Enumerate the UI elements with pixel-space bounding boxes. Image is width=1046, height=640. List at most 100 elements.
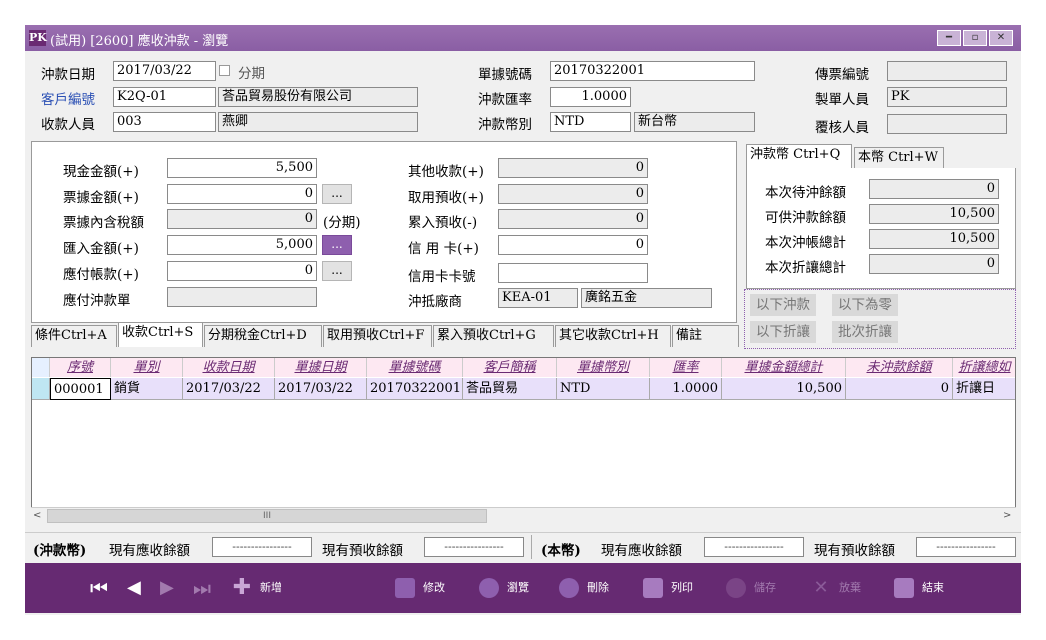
offset-vendor-code-field: KEA-01	[498, 288, 578, 308]
prepaid-balance-local-label: 現有預收餘額	[814, 543, 895, 559]
cell-receipt-date[interactable]: 2017/03/22	[183, 378, 275, 400]
edit-button[interactable]: 修改	[395, 575, 445, 601]
docno-label: 單據號碼	[478, 67, 532, 83]
batch-discount-button[interactable]: 批次折讓	[832, 321, 898, 343]
cash-amount-field[interactable]: 5,500	[167, 158, 317, 178]
delete-label: 刪除	[587, 581, 609, 594]
save-button[interactable]: 儲存	[726, 575, 776, 601]
discount-below-button[interactable]: 以下折讓	[750, 321, 816, 343]
prepaid-balance-field: ----------------	[424, 537, 524, 557]
tab-trade-currency[interactable]: 沖款幣 Ctrl+Q	[746, 144, 852, 169]
cell-doc-date[interactable]: 2017/03/22	[275, 378, 367, 400]
tab-add-prepaid[interactable]: 累入預收Ctrl+G	[433, 325, 554, 347]
customer-label[interactable]: 客戶編號	[41, 88, 95, 108]
exit-label: 結束	[922, 581, 944, 594]
installment-checkbox[interactable]	[219, 65, 230, 76]
exit-button[interactable]: 結束	[894, 575, 944, 601]
cash-label: 現金金額(+)	[63, 164, 139, 180]
customer-code-field[interactable]: K2Q-01	[113, 87, 216, 107]
previous-record-icon[interactable]: ◀	[127, 575, 141, 601]
payable-detail-button[interactable]: ...	[322, 261, 352, 281]
last-record-icon[interactable]: ⏭	[193, 575, 211, 601]
tab-use-prepaid[interactable]: 取用預收Ctrl+F	[323, 325, 432, 347]
offset-vendor-name-field: 廣銘五金	[581, 288, 712, 308]
browse-button[interactable]: 瀏覽	[479, 575, 529, 601]
col-header-balance[interactable]: 未沖款餘額	[846, 358, 953, 377]
payable-amount-field[interactable]: 0	[167, 261, 317, 281]
browse-label: 瀏覽	[507, 581, 529, 594]
tab-installment-tax[interactable]: 分期稅金Ctrl+D	[204, 325, 322, 347]
docno-field[interactable]: 20170322001	[550, 61, 755, 81]
collector-code-field[interactable]: 003	[113, 112, 216, 132]
col-header-seq[interactable]: 序號	[50, 358, 111, 377]
edit-label: 修改	[423, 581, 445, 594]
balance-divider	[531, 535, 532, 559]
ar-balance-local-label: 現有應收餘額	[601, 543, 682, 559]
delete-button[interactable]: 刪除	[559, 575, 609, 601]
close-icon[interactable]: ✕	[989, 30, 1013, 46]
cell-rate[interactable]: 1.0000	[650, 378, 722, 400]
maker-label: 製單人員	[815, 92, 869, 108]
cell-currency[interactable]: NTD	[557, 378, 650, 400]
col-header-doc-no[interactable]: 單據號碼	[367, 358, 463, 377]
remit-detail-button[interactable]: ...	[322, 235, 352, 255]
next-record-icon[interactable]: ▶	[160, 575, 174, 601]
cell-seq[interactable]: 000001	[50, 378, 111, 400]
remit-amount-field[interactable]: 5,000	[167, 235, 317, 255]
print-button[interactable]: 列印	[643, 575, 693, 601]
col-header-discount[interactable]: 折讓總如	[953, 358, 1015, 377]
tab-other-receipt[interactable]: 其它收款Ctrl+H	[555, 325, 671, 347]
cell-type[interactable]: 銷貨	[111, 378, 183, 400]
col-header-customer[interactable]: 客戶簡稱	[463, 358, 557, 377]
tab-remarks[interactable]: 備註	[672, 325, 739, 347]
col-header-doc-total[interactable]: 單據金額總計	[722, 358, 846, 377]
note-tax-field: 0	[167, 209, 317, 229]
tab-receipt[interactable]: 收款Ctrl+S	[118, 322, 203, 347]
rate-label: 沖款匯率	[478, 92, 532, 108]
tab-criteria[interactable]: 條件Ctrl+A	[31, 325, 117, 347]
card-number-field[interactable]	[498, 263, 648, 283]
cell-doc-total[interactable]: 10,500	[722, 378, 846, 400]
save-label: 儲存	[754, 581, 776, 594]
remit-label: 匯入金額(+)	[63, 241, 139, 257]
col-header-doc-date[interactable]: 單據日期	[275, 358, 367, 377]
cell-discount[interactable]: 折讓日	[953, 378, 1015, 400]
payable-offset-label: 應付沖款單	[63, 293, 131, 309]
cell-customer[interactable]: 荅品貿易	[463, 378, 557, 400]
cell-doc-no[interactable]: 20170322001	[367, 378, 463, 400]
note-amount-field[interactable]: 0	[167, 184, 317, 204]
close-x-icon: ✕	[813, 577, 829, 598]
col-header-rate[interactable]: 匯率	[650, 358, 722, 377]
col-header-type[interactable]: 單別	[111, 358, 183, 377]
date-field[interactable]: 2017/03/22	[113, 61, 216, 81]
maker-field: PK	[887, 87, 1007, 107]
scroll-thumb[interactable]: III	[47, 509, 487, 523]
ar-balance-field: ----------------	[212, 537, 312, 557]
horizontal-scrollbar[interactable]: < III >	[31, 507, 1016, 525]
currency-code-field[interactable]: NTD	[550, 112, 631, 132]
cell-balance[interactable]: 0	[846, 378, 953, 400]
zero-below-button[interactable]: 以下為零	[832, 294, 898, 316]
use-prepaid-label: 取用預收(+)	[408, 190, 484, 206]
payable-label: 應付帳款(+)	[63, 267, 139, 283]
tab-local-currency[interactable]: 本幣 Ctrl+W	[854, 147, 944, 169]
offset-below-button[interactable]: 以下沖款	[750, 294, 816, 316]
minimize-icon[interactable]: ━	[937, 30, 961, 46]
row-indicator[interactable]	[32, 378, 50, 400]
customer-name-field: 荅品貿易股份有限公司	[218, 87, 418, 107]
reviewer-field	[887, 114, 1007, 134]
print-label: 列印	[671, 581, 693, 594]
first-record-icon[interactable]: ⏮	[90, 575, 108, 601]
col-header-receipt-date[interactable]: 收款日期	[183, 358, 275, 377]
col-header-currency[interactable]: 單據幣別	[557, 358, 650, 377]
maximize-icon[interactable]: ▫	[963, 30, 987, 46]
discard-button[interactable]: ✕ 放棄	[811, 575, 861, 601]
app-icon: PK	[29, 30, 47, 46]
new-button[interactable]: ✚ 新增	[232, 575, 282, 601]
ar-balance-local-field: ----------------	[704, 537, 804, 557]
scroll-left-icon[interactable]: <	[33, 510, 41, 521]
scroll-right-icon[interactable]: >	[1003, 510, 1011, 521]
credit-card-field[interactable]: 0	[498, 235, 648, 255]
rate-field[interactable]: 1.0000	[550, 87, 631, 107]
note-detail-button[interactable]: ...	[322, 184, 352, 204]
